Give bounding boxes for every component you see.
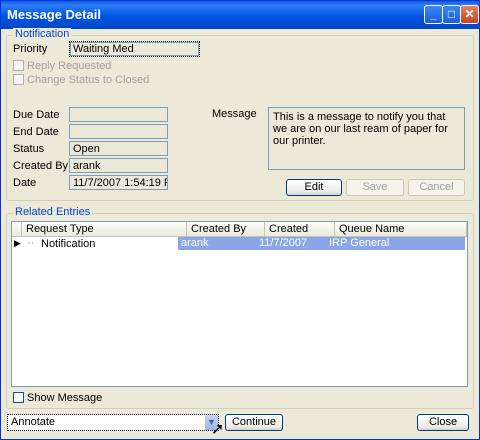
priority-label: Priority bbox=[13, 43, 48, 55]
change-status-checkbox[interactable] bbox=[13, 74, 24, 85]
action-dropdown[interactable]: Annotate ▼ bbox=[7, 414, 219, 431]
change-status-label: Change Status to Closed bbox=[27, 74, 150, 86]
column-header-created[interactable]: Created bbox=[265, 222, 335, 237]
related-entries-label: Related Entries bbox=[13, 206, 93, 218]
created-by-field: arank bbox=[69, 158, 168, 173]
end-date-field[interactable] bbox=[69, 124, 168, 139]
minimize-icon[interactable]: _ bbox=[424, 5, 443, 24]
priority-field[interactable]: Waiting Med bbox=[69, 41, 200, 57]
mouse-cursor-icon: ➚ bbox=[211, 421, 225, 438]
due-date-label: Due Date bbox=[13, 109, 60, 121]
status-field: Open bbox=[69, 141, 168, 156]
show-message-label: Show Message bbox=[27, 392, 103, 404]
due-date-field[interactable] bbox=[69, 107, 168, 122]
created-by-label: Created By bbox=[13, 160, 69, 172]
cancel-button[interactable]: Cancel bbox=[408, 179, 465, 196]
cell-created-by: arank bbox=[178, 237, 256, 250]
date-label: Date bbox=[13, 177, 37, 189]
maximize-icon[interactable]: □ bbox=[442, 5, 461, 24]
cell-created: 11/7/2007 bbox=[256, 237, 326, 250]
column-header-request-type[interactable]: Request Type bbox=[22, 222, 187, 237]
window-title: Message Detail bbox=[7, 7, 101, 22]
end-date-label: End Date bbox=[13, 126, 59, 138]
notification-group-label: Notification bbox=[13, 28, 72, 40]
close-icon[interactable]: ✕ bbox=[460, 5, 479, 24]
cell-queue-name: IRP General bbox=[326, 237, 465, 250]
reply-requested-label: Reply Requested bbox=[27, 60, 112, 72]
close-button[interactable]: Close bbox=[417, 414, 469, 431]
column-header-created-by[interactable]: Created By bbox=[187, 222, 265, 237]
cell-request-type: Notification bbox=[41, 238, 96, 250]
title-bar[interactable]: Message Detail _ □ ✕ bbox=[1, 1, 479, 29]
date-field: 11/7/2007 1:54:19 PM bbox=[69, 175, 168, 190]
continue-button[interactable]: Continue bbox=[225, 414, 283, 431]
column-header-queue-name[interactable]: Queue Name bbox=[335, 222, 467, 237]
message-label: Message bbox=[212, 108, 257, 120]
save-button[interactable]: Save bbox=[346, 179, 404, 196]
grid-corner-header bbox=[12, 222, 22, 237]
edit-button[interactable]: Edit bbox=[286, 179, 342, 196]
table-row[interactable]: ▶ ·· Notification arank 11/7/2007 IRP Ge… bbox=[12, 237, 467, 251]
show-message-checkbox[interactable] bbox=[13, 392, 24, 403]
reply-requested-checkbox[interactable] bbox=[13, 60, 24, 71]
action-dropdown-value: Annotate bbox=[11, 416, 56, 428]
message-textbox[interactable]: This is a message to notify you that we … bbox=[268, 107, 465, 170]
related-entries-grid[interactable]: Request Type Created By Created Queue Na… bbox=[11, 221, 468, 387]
row-pointer-icon: ▶ bbox=[14, 238, 21, 248]
status-label: Status bbox=[13, 143, 45, 155]
tree-line-icon: ·· bbox=[27, 237, 35, 249]
message-detail-window: Message Detail _ □ ✕ Notification Priori… bbox=[0, 0, 480, 440]
